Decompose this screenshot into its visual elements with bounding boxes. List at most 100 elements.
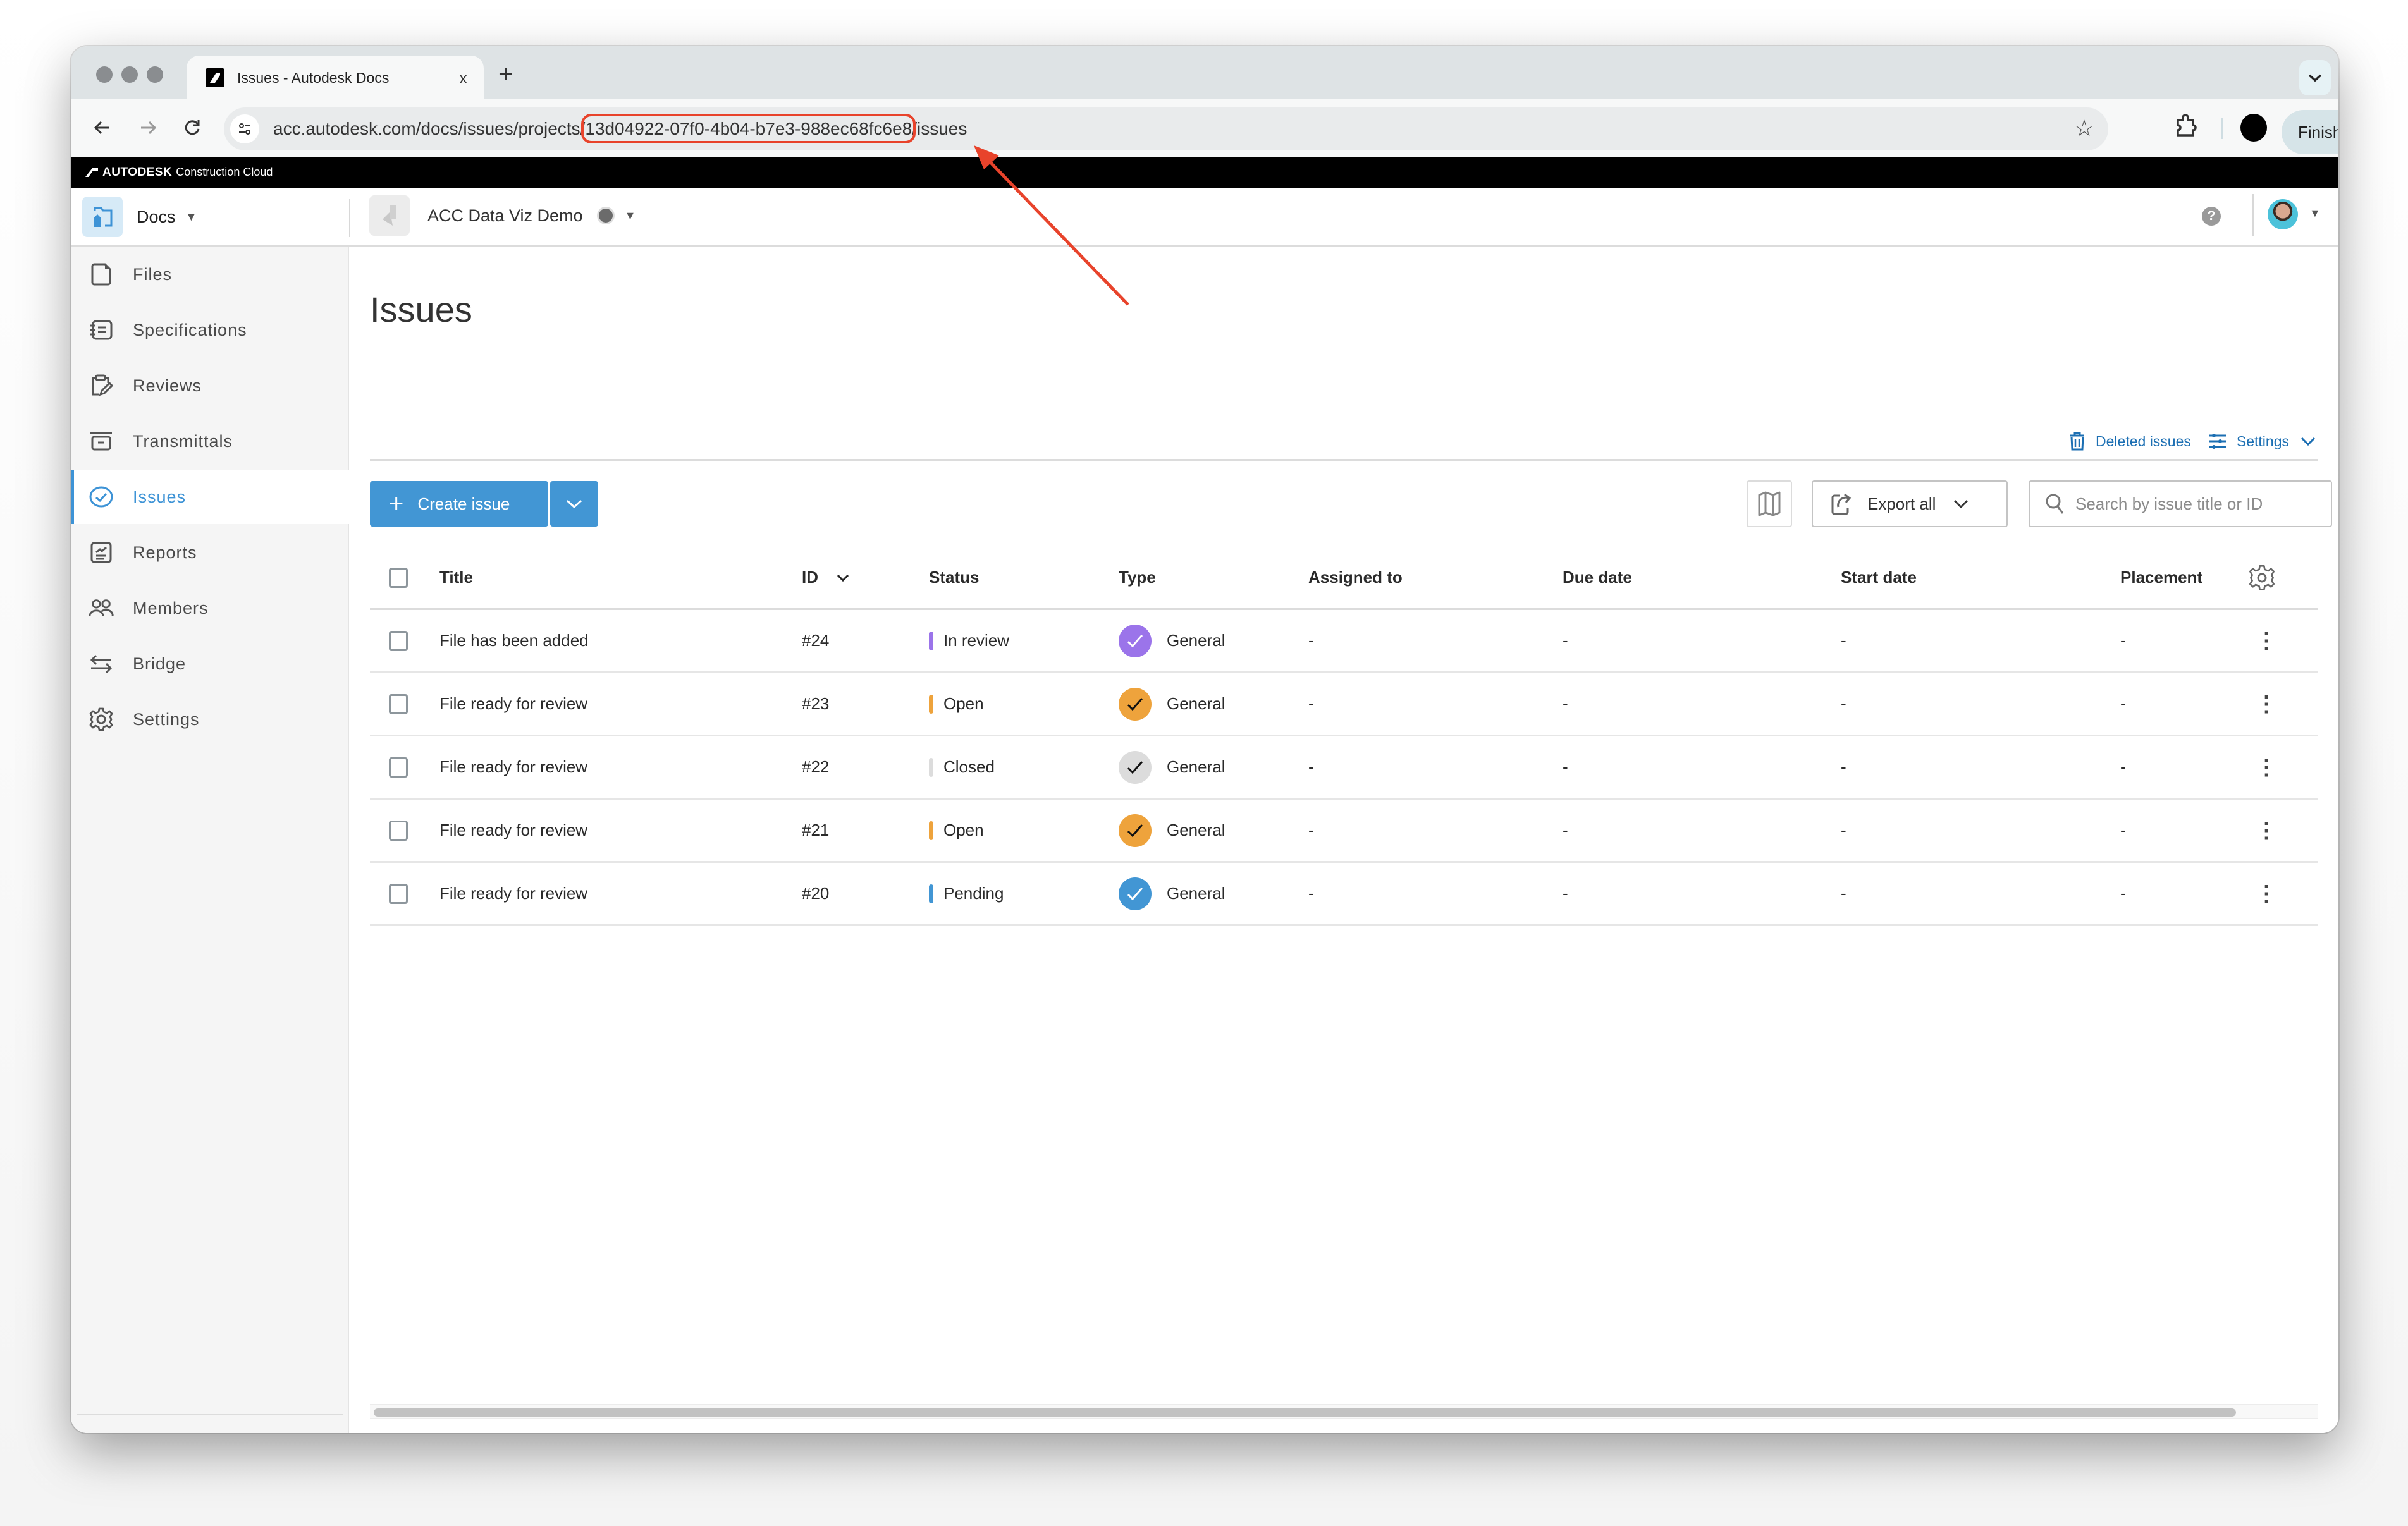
project-switcher[interactable]: ACC Data Viz Demo ▼: [369, 195, 636, 236]
column-header-id[interactable]: ID: [802, 547, 850, 608]
create-issue-button[interactable]: + Create issue: [370, 481, 548, 527]
horizontal-scrollbar[interactable]: [370, 1404, 2318, 1419]
table-row[interactable]: File ready for review #21 Open General - - - - ⋮: [370, 800, 2318, 863]
checkbox[interactable]: [389, 630, 408, 651]
select-all-checkbox[interactable]: [389, 547, 408, 608]
module-switcher[interactable]: Docs ▼: [82, 197, 197, 237]
row-select[interactable]: [389, 736, 408, 798]
sidebar-item-settings[interactable]: Settings: [71, 692, 349, 747]
browser-toolbar: acc.autodesk.com/docs/issues/projects/13…: [71, 99, 2338, 157]
tab-strip: Issues - Autodesk Docs x +: [71, 46, 2338, 100]
table-header-row: Title ID Status Type Assigned to Due dat…: [370, 547, 2318, 610]
search-input[interactable]: [2075, 494, 2328, 514]
cell-placement: -: [2120, 694, 2126, 713]
sidebar-item-reports[interactable]: Reports: [71, 525, 349, 580]
row-more-actions-icon[interactable]: ⋮: [2256, 736, 2277, 798]
cell-type: General: [1119, 800, 1226, 861]
column-header-type[interactable]: Type: [1119, 547, 1156, 608]
forward-button[interactable]: [130, 110, 166, 145]
row-more-actions-icon[interactable]: ⋮: [2256, 673, 2277, 735]
type-label: General: [1167, 694, 1226, 713]
sidebar-item-reviews[interactable]: Reviews: [71, 358, 349, 413]
cell-title[interactable]: File has been added: [439, 610, 589, 671]
cell-start-date: -: [1841, 631, 1846, 650]
finish-update-button[interactable]: Finish update ⋮: [2282, 110, 2338, 154]
help-icon[interactable]: ?: [2202, 207, 2221, 226]
checkbox[interactable]: [389, 693, 408, 714]
window-close-control[interactable]: [96, 66, 113, 83]
settings-menu-link[interactable]: Settings: [2209, 433, 2316, 450]
cell-assigned-to: -: [1308, 757, 1314, 776]
sidebar-item-transmittals[interactable]: Transmittals: [71, 414, 349, 468]
row-select[interactable]: [389, 673, 408, 735]
row-more-actions-icon[interactable]: ⋮: [2256, 610, 2277, 671]
type-check-icon: [1119, 687, 1152, 721]
issue-search-field[interactable]: [2029, 480, 2332, 527]
window-zoom-control[interactable]: [147, 66, 163, 83]
user-avatar[interactable]: [2268, 199, 2298, 229]
sidebar-item-label: Transmittals: [133, 431, 233, 451]
site-settings-icon[interactable]: [230, 114, 259, 143]
issues-check-icon: [89, 484, 114, 510]
issues-top-actions: Deleted issues Settings: [2051, 432, 2316, 451]
column-header-title[interactable]: Title: [439, 547, 473, 608]
new-tab-button[interactable]: +: [498, 60, 513, 89]
project-thumbnail-icon: [369, 195, 410, 236]
checkbox[interactable]: [389, 567, 408, 588]
checkbox[interactable]: [389, 820, 408, 841]
chevron-down-icon: [2300, 437, 2316, 446]
reload-button[interactable]: [175, 110, 210, 145]
autodesk-brand-bar: AUTODESK Construction Cloud: [71, 157, 2338, 188]
row-select[interactable]: [389, 863, 408, 924]
table-row[interactable]: File ready for review #22 Closed General - - -…: [370, 736, 2318, 800]
status-label: Open: [943, 821, 984, 839]
tab-search-button[interactable]: [2299, 60, 2331, 95]
column-header-assigned-to[interactable]: Assigned to: [1308, 547, 1403, 608]
cell-title[interactable]: File ready for review: [439, 673, 587, 735]
window-minimize-control[interactable]: [121, 66, 138, 83]
column-header-due-date[interactable]: Due date: [1563, 547, 1632, 608]
sidebar-item-bridge[interactable]: Bridge: [71, 637, 349, 691]
sidebar-item-issues[interactable]: Issues: [71, 470, 349, 524]
sidebar-item-specifications[interactable]: Specifications: [71, 303, 349, 357]
cell-title[interactable]: File ready for review: [439, 736, 587, 798]
export-all-button[interactable]: Export all: [1812, 480, 2008, 527]
create-issue-options-button[interactable]: [550, 481, 598, 527]
address-bar[interactable]: acc.autodesk.com/docs/issues/projects/13…: [224, 107, 2108, 150]
checkbox[interactable]: [389, 883, 408, 904]
sidebar-item-files[interactable]: Files: [71, 247, 349, 302]
column-header-start-date[interactable]: Start date: [1841, 547, 1917, 608]
table-row[interactable]: File ready for review #23 Open General - - - - ⋮: [370, 673, 2318, 736]
cell-due-date: -: [1563, 757, 1568, 776]
checkbox[interactable]: [389, 757, 408, 778]
plus-icon: +: [389, 490, 404, 518]
row-select[interactable]: [389, 610, 408, 671]
scrollbar-thumb[interactable]: [374, 1408, 2236, 1417]
autodesk-logo-icon: [85, 168, 98, 177]
row-select[interactable]: [389, 800, 408, 861]
bookmark-star-icon[interactable]: ☆: [2074, 115, 2094, 142]
table-row[interactable]: File has been added #24 In review General - -…: [370, 610, 2318, 673]
finish-update-label: Finish update: [2298, 122, 2338, 142]
back-button[interactable]: [85, 110, 120, 145]
deleted-issues-link[interactable]: Deleted issues: [2069, 432, 2191, 451]
sidebar-item-members[interactable]: Members: [71, 581, 349, 635]
column-settings-gear-icon: [2249, 565, 2275, 590]
cell-title[interactable]: File ready for review: [439, 863, 587, 924]
cell-title[interactable]: File ready for review: [439, 800, 587, 861]
column-settings-button[interactable]: [2248, 547, 2276, 608]
type-label: General: [1167, 884, 1226, 903]
caret-down-icon[interactable]: ▼: [2309, 207, 2321, 220]
column-header-placement[interactable]: Placement: [2120, 547, 2202, 608]
extensions-puzzle-icon[interactable]: [2170, 111, 2202, 143]
column-header-status[interactable]: Status: [929, 547, 979, 608]
table-row[interactable]: File ready for review #20 Pending General - -…: [370, 863, 2318, 926]
autodesk-profile-icon[interactable]: [2240, 114, 2267, 142]
tab-close-icon[interactable]: x: [459, 68, 467, 88]
brand-product: Construction Cloud: [176, 166, 273, 178]
cell-id: #22: [802, 757, 830, 776]
row-more-actions-icon[interactable]: ⋮: [2256, 800, 2277, 861]
map-view-button[interactable]: [1747, 480, 1792, 527]
browser-tab-issues[interactable]: Issues - Autodesk Docs x: [187, 56, 484, 100]
row-more-actions-icon[interactable]: ⋮: [2256, 863, 2277, 924]
